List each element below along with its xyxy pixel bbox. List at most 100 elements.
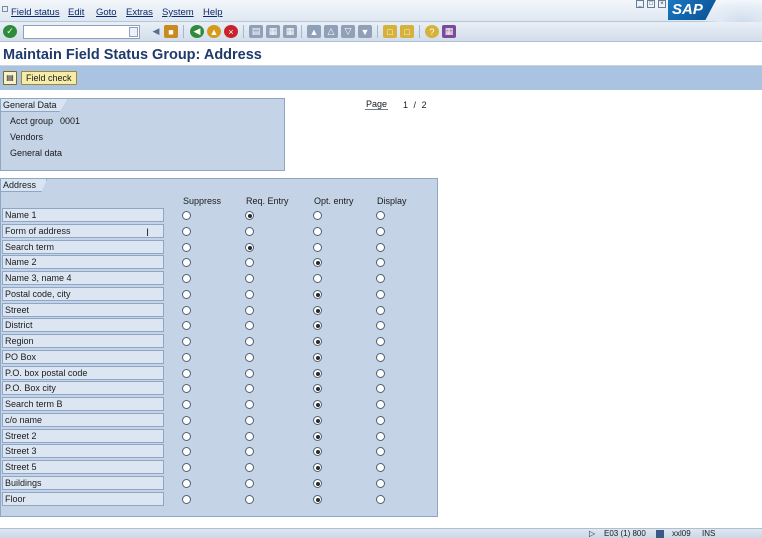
radio-suppress[interactable] (182, 243, 191, 252)
menu-edit[interactable]: Edit (68, 7, 84, 18)
radio-opt-entry[interactable] (313, 495, 322, 504)
radio-display[interactable] (376, 337, 385, 346)
radio-display[interactable] (376, 369, 385, 378)
radio-req-entry[interactable] (245, 306, 254, 315)
minimize-icon[interactable]: _ (636, 0, 644, 8)
shortcut-icon[interactable]: □ (400, 25, 414, 38)
radio-req-entry[interactable] (245, 243, 254, 252)
document-icon[interactable]: ▤ (3, 71, 17, 85)
radio-req-entry[interactable] (245, 258, 254, 267)
help-icon[interactable]: ? (425, 25, 439, 38)
back-icon[interactable]: ◀ (190, 25, 204, 38)
radio-suppress[interactable] (182, 258, 191, 267)
menu-help[interactable]: Help (203, 7, 223, 18)
radio-req-entry[interactable] (245, 353, 254, 362)
radio-display[interactable] (376, 211, 385, 220)
radio-suppress[interactable] (182, 447, 191, 456)
radio-suppress[interactable] (182, 274, 191, 283)
radio-suppress[interactable] (182, 369, 191, 378)
radio-display[interactable] (376, 416, 385, 425)
radio-display[interactable] (376, 384, 385, 393)
radio-req-entry[interactable] (245, 274, 254, 283)
radio-opt-entry[interactable] (313, 258, 322, 267)
radio-suppress[interactable] (182, 306, 191, 315)
radio-req-entry[interactable] (245, 384, 254, 393)
radio-suppress[interactable] (182, 479, 191, 488)
save-icon[interactable]: ■ (164, 25, 178, 38)
radio-opt-entry[interactable] (313, 432, 322, 441)
radio-opt-entry[interactable] (313, 479, 322, 488)
status-session-icon[interactable] (656, 530, 664, 538)
radio-display[interactable] (376, 290, 385, 299)
radio-req-entry[interactable] (245, 400, 254, 409)
radio-display[interactable] (376, 353, 385, 362)
radio-suppress[interactable] (182, 227, 191, 236)
create-session-icon[interactable]: □ (383, 25, 397, 38)
radio-display[interactable] (376, 227, 385, 236)
radio-display[interactable] (376, 306, 385, 315)
radio-display[interactable] (376, 447, 385, 456)
radio-display[interactable] (376, 432, 385, 441)
radio-req-entry[interactable] (245, 211, 254, 220)
radio-req-entry[interactable] (245, 463, 254, 472)
radio-opt-entry[interactable] (313, 274, 322, 283)
radio-opt-entry[interactable] (313, 416, 322, 425)
radio-req-entry[interactable] (245, 227, 254, 236)
radio-opt-entry[interactable] (313, 400, 322, 409)
radio-display[interactable] (376, 258, 385, 267)
radio-req-entry[interactable] (245, 432, 254, 441)
exit-icon[interactable]: ▲ (207, 25, 221, 38)
restore-icon[interactable]: □ (647, 0, 655, 8)
radio-req-entry[interactable] (245, 321, 254, 330)
radio-opt-entry[interactable] (313, 353, 322, 362)
radio-suppress[interactable] (182, 416, 191, 425)
radio-req-entry[interactable] (245, 447, 254, 456)
radio-req-entry[interactable] (245, 337, 254, 346)
radio-suppress[interactable] (182, 211, 191, 220)
last-page-icon[interactable]: ▼ (358, 25, 372, 38)
radio-display[interactable] (376, 400, 385, 409)
radio-opt-entry[interactable] (313, 321, 322, 330)
radio-opt-entry[interactable] (313, 243, 322, 252)
find-icon[interactable]: ▦ (266, 25, 280, 38)
next-page-icon[interactable]: ▽ (341, 25, 355, 38)
radio-opt-entry[interactable] (313, 337, 322, 346)
field-check-button[interactable]: Field check (21, 71, 77, 85)
radio-suppress[interactable] (182, 353, 191, 362)
print-icon[interactable]: ▤ (249, 25, 263, 38)
command-history-icon[interactable] (129, 27, 138, 37)
menu-field-status[interactable]: Field status (11, 7, 60, 18)
radio-req-entry[interactable] (245, 290, 254, 299)
radio-suppress[interactable] (182, 290, 191, 299)
radio-req-entry[interactable] (245, 416, 254, 425)
radio-req-entry[interactable] (245, 495, 254, 504)
radio-suppress[interactable] (182, 321, 191, 330)
radio-opt-entry[interactable] (313, 290, 322, 299)
menu-system[interactable]: System (162, 7, 194, 18)
window-menu-icon[interactable] (2, 6, 8, 12)
first-page-icon[interactable]: ▲ (307, 25, 321, 38)
radio-opt-entry[interactable] (313, 306, 322, 315)
menu-goto[interactable]: Goto (96, 7, 117, 18)
radio-display[interactable] (376, 321, 385, 330)
radio-opt-entry[interactable] (313, 369, 322, 378)
layout-icon[interactable]: ▦ (442, 25, 456, 38)
radio-suppress[interactable] (182, 400, 191, 409)
menu-extras[interactable]: Extras (126, 7, 153, 18)
close-window-icon[interactable]: × (658, 0, 666, 8)
radio-suppress[interactable] (182, 337, 191, 346)
previous-page-icon[interactable]: △ (324, 25, 338, 38)
radio-req-entry[interactable] (245, 369, 254, 378)
enter-icon[interactable]: ✓ (3, 25, 17, 38)
radio-display[interactable] (376, 274, 385, 283)
radio-opt-entry[interactable] (313, 384, 322, 393)
radio-display[interactable] (376, 495, 385, 504)
cancel-icon[interactable]: × (224, 25, 238, 38)
find-next-icon[interactable]: ▦ (283, 25, 297, 38)
command-field[interactable] (23, 25, 140, 39)
radio-display[interactable] (376, 243, 385, 252)
radio-suppress[interactable] (182, 463, 191, 472)
radio-display[interactable] (376, 463, 385, 472)
radio-suppress[interactable] (182, 495, 191, 504)
radio-suppress[interactable] (182, 432, 191, 441)
